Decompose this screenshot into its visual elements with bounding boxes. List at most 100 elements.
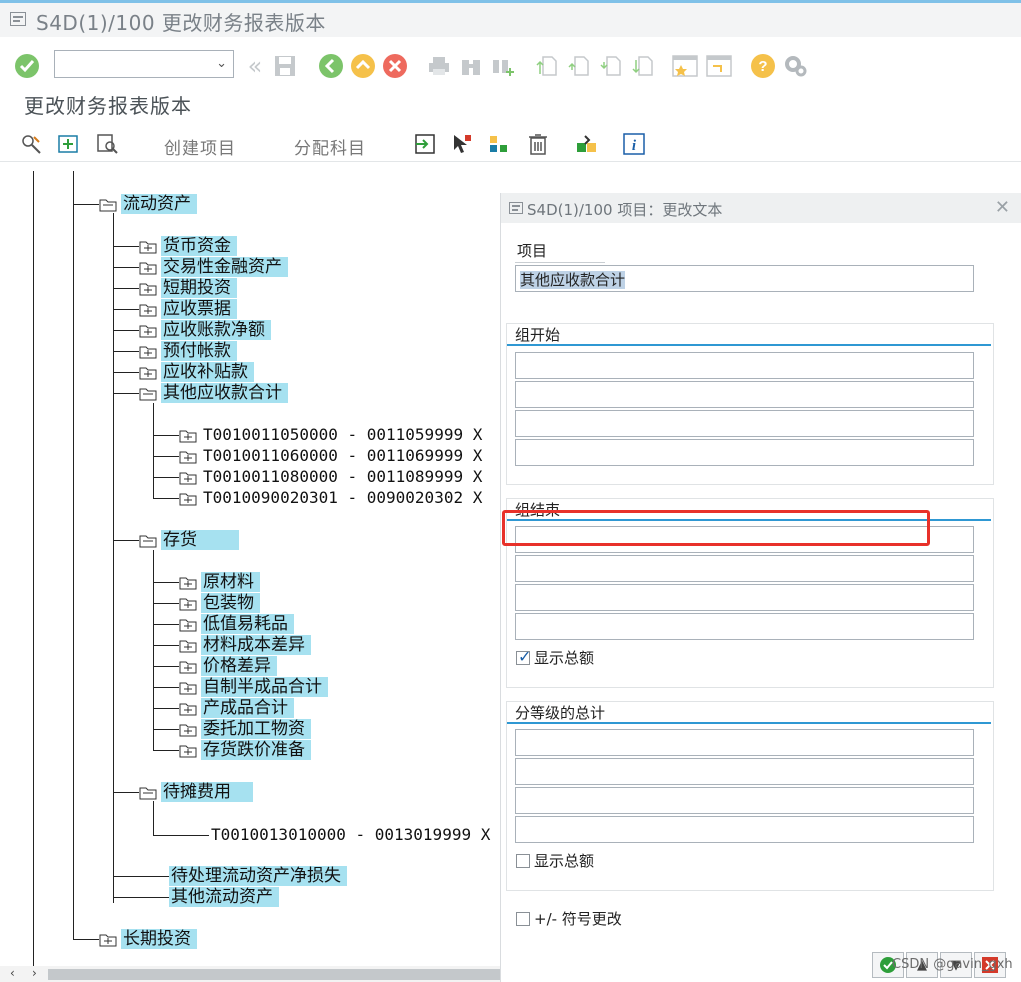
command-field[interactable]: ⌄ [54,50,234,78]
folder-open-icon[interactable] [139,386,157,401]
collapse-icon[interactable]: « [242,52,268,80]
tree-node[interactable]: 长期投资 [99,929,197,949]
folder-closed-icon[interactable] [139,344,157,359]
tree-node[interactable]: 委托加工物资 [179,719,311,739]
tree-node[interactable]: 应收补贴款 [139,362,254,382]
checkbox-box[interactable] [516,853,530,868]
tree-node[interactable]: 应收账款净额 [139,320,271,340]
cancel-icon[interactable] [382,53,408,79]
tree-node[interactable]: 其他应收款合计 [139,383,288,403]
folder-closed-icon[interactable] [179,470,197,485]
tree-node[interactable]: T0010011050000 - 0011059999 X [179,425,484,445]
folder-closed-icon[interactable] [179,722,197,737]
bookmark-icon[interactable] [672,53,698,79]
tree-node[interactable]: 预付帐款 [139,341,237,361]
scroll-left-icon[interactable]: ‹ [10,966,15,980]
window-menu-icon[interactable] [509,202,523,214]
tree-node[interactable]: 交易性金融资产 [139,257,288,277]
folder-closed-icon[interactable] [179,428,197,443]
next-page-icon[interactable] [598,53,624,79]
tree-node[interactable]: 待处理流动资产净损失 [169,866,347,886]
new-entries-icon[interactable] [56,132,80,156]
tree-node[interactable]: T0010011080000 - 0011089999 X [179,467,484,487]
checkbox-box[interactable]: ✓ [516,647,531,666]
transport-icon[interactable] [575,132,599,156]
tree-node[interactable]: 应收票据 [139,299,237,319]
tree-node[interactable]: 价格差异 [179,656,277,676]
folder-closed-icon[interactable] [99,932,117,947]
horizontal-scrollbar[interactable]: ‹ › [0,966,500,982]
folder-open-icon[interactable] [139,785,157,800]
folder-closed-icon[interactable] [179,491,197,506]
tree-node[interactable]: 存货跌价准备 [179,740,311,760]
first-page-icon[interactable] [534,53,560,79]
tree-node[interactable]: 包装物 [179,593,260,613]
group-start-line-1[interactable] [515,352,974,379]
create-session-icon[interactable] [706,53,732,79]
folder-closed-icon[interactable] [179,575,197,590]
group-start-line-3[interactable] [515,410,974,437]
help-icon[interactable]: ? [750,53,776,79]
create-item-button[interactable]: 创建项目 [164,134,236,159]
chevron-down-icon[interactable]: ⌄ [216,56,227,71]
tree-node[interactable]: 货币资金 [139,236,237,256]
tree-node[interactable]: 存货 [139,530,239,550]
window-menu-icon[interactable] [10,12,26,26]
scroll-right-icon[interactable]: › [32,966,37,980]
tree-node[interactable]: 自制半成品合计 [179,677,328,697]
hierarchy-icon[interactable] [487,132,511,156]
scrollbar-thumb[interactable] [48,969,500,980]
tree-node[interactable]: T0010013010000 - 0013019999 X [209,825,492,845]
group-start-line-4[interactable] [515,439,974,466]
folder-closed-icon[interactable] [179,449,197,464]
close-icon[interactable]: ✕ [995,197,1010,218]
save-icon[interactable] [272,53,298,79]
graded-total-line-4[interactable] [515,816,974,843]
tree-node[interactable]: 产成品合计 [179,698,294,718]
tree-node[interactable]: 原材料 [179,572,260,592]
folder-closed-icon[interactable] [139,281,157,296]
tree-node[interactable]: 低值易耗品 [179,614,294,634]
folder-closed-icon[interactable] [139,323,157,338]
settings-gear-icon[interactable] [782,53,808,79]
group-end-line-2[interactable] [515,555,974,582]
show-total-checkbox[interactable]: ✓ 显示总额 [516,647,594,668]
checkbox-box[interactable] [516,911,530,926]
group-end-line-4[interactable] [515,613,974,640]
display-icon[interactable] [96,132,120,156]
find-icon[interactable] [458,53,484,79]
previous-page-icon[interactable] [566,53,592,79]
print-icon[interactable] [426,53,452,79]
folder-closed-icon[interactable] [139,239,157,254]
tree-node[interactable]: 待摊费用 [139,782,253,802]
delete-trash-icon[interactable] [526,132,550,156]
tree-node[interactable]: 材料成本差异 [179,635,311,655]
folder-closed-icon[interactable] [179,659,197,674]
item-text-input[interactable]: 其他应收款合计 [515,265,974,292]
graded-total-line-1[interactable] [515,729,974,756]
tree-node[interactable]: T0010090020301 - 0090020302 X [179,488,484,508]
graded-total-line-3[interactable] [515,787,974,814]
assign-accounts-button[interactable]: 分配科目 [294,134,366,159]
folder-closed-icon[interactable] [179,617,197,632]
find-next-icon[interactable] [490,53,516,79]
graded-total-line-2[interactable] [515,758,974,785]
folder-open-icon[interactable] [139,533,157,548]
folder-closed-icon[interactable] [139,260,157,275]
folder-closed-icon[interactable] [179,743,197,758]
folder-closed-icon[interactable] [179,680,197,695]
show-total-2-checkbox[interactable]: 显示总额 [516,850,594,871]
folder-closed-icon[interactable] [179,638,197,653]
tree-node[interactable]: 流动资产 [99,194,197,214]
folder-closed-icon[interactable] [179,596,197,611]
group-start-line-2[interactable] [515,381,974,408]
tree-node[interactable]: 短期投资 [139,278,237,298]
tree-node[interactable]: T0010011060000 - 0011069999 X [179,446,484,466]
display-change-icon[interactable] [20,132,44,156]
exit-icon[interactable] [350,53,376,79]
info-icon[interactable]: i [622,132,646,156]
tree-node[interactable]: 其他流动资产 [169,887,279,907]
group-end-line-3[interactable] [515,584,974,611]
move-icon[interactable] [413,132,437,156]
back-icon[interactable] [318,53,344,79]
